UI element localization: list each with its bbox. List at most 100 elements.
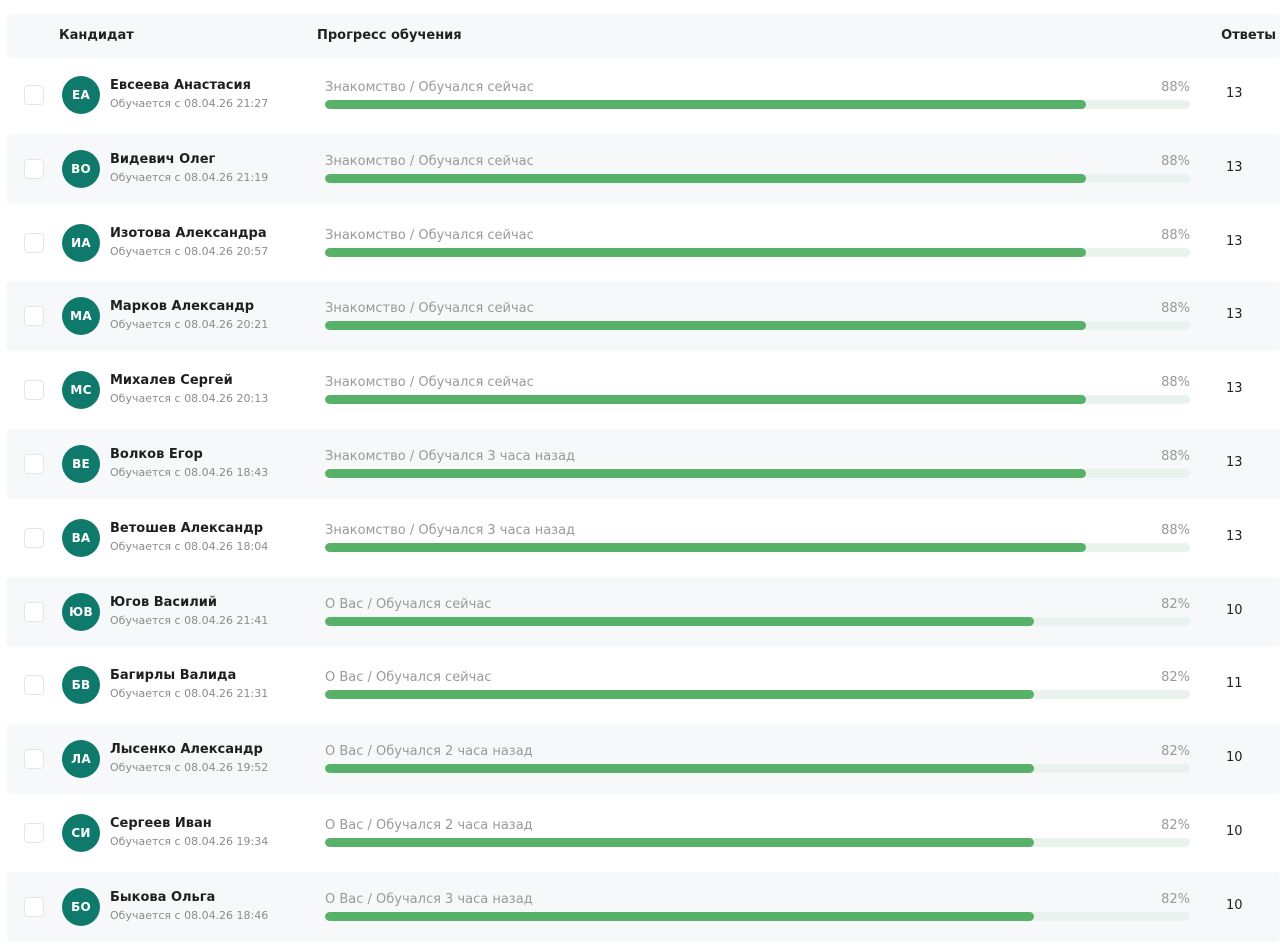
table-row[interactable]: ВЕ Волков Егор Обучается с 08.04.26 18:43 З… [7,428,1280,499]
row-checkbox[interactable] [24,822,44,843]
progress-bar [325,542,1190,552]
training-stage: Знакомство / Обучался 3 часа назад [325,522,576,538]
training-start-date: Обучается с 08.04.26 21:27 [110,97,269,110]
row-checkbox[interactable] [24,675,44,696]
row-checkbox[interactable] [24,896,44,917]
table-row[interactable]: БО Быкова Ольга Обучается с 08.04.26 18:46… [7,871,1280,942]
row-checkbox[interactable] [24,601,44,622]
training-start-date: Обучается с 08.04.26 18:43 [110,465,269,479]
answers-count: 13 [1226,381,1243,397]
progress-percent: 82% [1161,817,1190,833]
training-stage: Знакомство / Обучался сейчас [325,227,534,243]
training-start-date: Обучается с 08.04.26 21:31 [110,687,269,701]
progress-bar [325,616,1190,626]
avatar: ЛА [62,740,100,779]
answers-count: 10 [1226,897,1243,913]
training-stage: Знакомство / Обучался сейчас [325,301,534,317]
progress-bar-fill [325,100,1087,109]
training-start-date: Обучается с 08.04.26 19:52 [110,761,269,775]
training-stage: Знакомство / Обучался сейчас [325,153,534,169]
table-header: Кандидат Прогресс обучения Ответы [7,14,1280,58]
row-checkbox[interactable] [24,453,44,474]
candidates-table: Кандидат Прогресс обучения Ответы ЕА Евсе… [7,14,1280,946]
progress-bar [325,468,1190,478]
training-stage: Знакомство / Обучался сейчас [325,375,534,391]
candidate-name[interactable]: Ветошев Александр [110,521,263,536]
table-row[interactable]: ИА Изотова Александра Обучается с 08.04.26… [7,207,1280,278]
training-start-date: Обучается с 08.04.26 19:34 [110,834,269,848]
table-row[interactable]: ЛА Лысенко Александр Обучается с 08.04.26 … [7,724,1280,795]
progress-percent: 82% [1161,670,1190,686]
candidate-name[interactable]: Лысенко Александр [110,742,263,757]
candidate-name[interactable]: Югов Василий [110,595,217,610]
progress-bar-fill [325,468,1087,478]
training-start-date: Обучается с 08.04.26 20:21 [110,318,269,332]
answers-count: 10 [1226,823,1243,839]
table-row[interactable]: ВО Видевич Олег Обучается с 08.04.26 21:19… [7,133,1280,204]
training-start-date: Обучается с 08.04.26 20:13 [110,392,269,406]
candidate-name[interactable]: Марков Александр [110,299,254,314]
progress-bar [325,690,1190,700]
progress-percent: 88% [1161,448,1190,464]
progress-bar-fill [325,764,1035,774]
row-checkbox[interactable] [24,749,44,770]
column-header-progress[interactable]: Прогресс обучения [317,28,462,43]
row-checkbox[interactable] [24,85,44,105]
avatar: ЮВ [62,592,100,631]
answers-count: 13 [1226,159,1243,175]
row-checkbox[interactable] [24,306,44,327]
candidate-name[interactable]: Видевич Олег [110,152,215,167]
progress-bar-fill [325,542,1087,552]
candidate-name[interactable]: Волков Егор [110,447,203,462]
progress-bar-fill [325,395,1087,405]
avatar: МА [62,297,100,336]
progress-bar-fill [325,616,1035,626]
answers-count: 10 [1226,602,1243,618]
table-row[interactable]: СИ Сергеев Иван Обучается с 08.04.26 19:34… [7,797,1280,868]
row-checkbox[interactable] [24,380,44,401]
progress-bar [325,911,1190,921]
table-row[interactable]: ВА Ветошев Александр Обучается с 08.04.26 … [7,502,1280,573]
candidate-name[interactable]: Багирлы Валида [110,668,236,683]
training-start-date: Обучается с 08.04.26 21:19 [110,170,269,184]
row-checkbox[interactable] [24,527,44,548]
candidate-name[interactable]: Евсеева Анастасия [110,78,251,93]
column-header-answers[interactable]: Ответы [1221,28,1276,43]
table-row[interactable]: БВ Багирлы Валида Обучается с 08.04.26 21:… [7,650,1280,721]
progress-percent: 88% [1161,375,1190,391]
progress-bar [325,247,1190,257]
progress-percent: 88% [1161,80,1190,95]
avatar: ИА [62,223,100,262]
avatar: СИ [62,813,100,852]
progress-percent: 88% [1161,153,1190,169]
table-row[interactable]: ЕА Евсеева Анастасия Обучается с 08.04.26 … [7,60,1280,130]
column-header-candidate[interactable]: Кандидат [59,28,134,43]
table-row[interactable]: МА Марков Александр Обучается с 08.04.26 2… [7,281,1280,352]
progress-bar [325,395,1190,405]
progress-percent: 82% [1161,891,1190,907]
training-stage: Знакомство / Обучался сейчас [325,80,534,95]
training-stage: Знакомство / Обучался 3 часа назад [325,448,576,464]
training-stage: О Вас / Обучался 2 часа назад [325,817,533,833]
progress-bar-fill [325,321,1087,331]
avatar: МС [62,371,100,410]
answers-count: 10 [1226,750,1243,766]
training-stage: О Вас / Обучался 2 часа назад [325,744,533,760]
candidate-name[interactable]: Сергеев Иван [110,816,212,831]
avatar: БВ [62,666,100,705]
candidate-name[interactable]: Михалев Сергей [110,373,233,388]
progress-percent: 82% [1161,744,1190,760]
progress-bar [325,837,1190,847]
answers-count: 11 [1226,676,1243,692]
training-stage: О Вас / Обучался сейчас [325,670,492,686]
candidate-name[interactable]: Изотова Александра [110,226,267,241]
progress-percent: 88% [1161,522,1190,538]
row-checkbox[interactable] [24,158,44,179]
table-row[interactable]: МС Михалев Сергей Обучается с 08.04.26 20:… [7,355,1280,426]
training-stage: О Вас / Обучался 3 часа назад [325,891,533,907]
avatar: ВА [62,518,100,557]
progress-bar [325,173,1190,183]
table-row[interactable]: ЮВ Югов Василий Обучается с 08.04.26 21:41… [7,576,1280,647]
candidate-name[interactable]: Быкова Ольга [110,890,215,905]
row-checkbox[interactable] [24,232,44,253]
